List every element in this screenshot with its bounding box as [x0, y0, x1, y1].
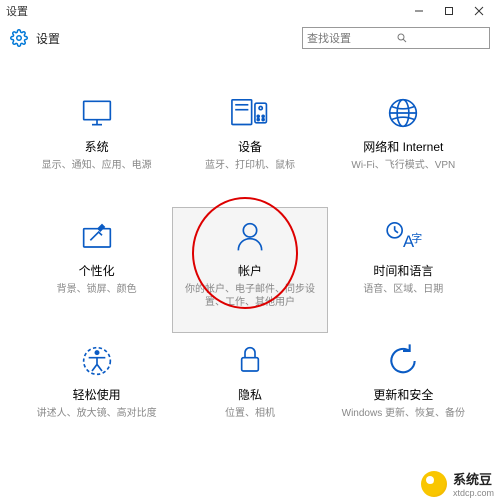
tile-subtitle: Wi-Fi、飞行模式、VPN — [347, 159, 459, 172]
tile-subtitle: 语音、区域、日期 — [359, 283, 447, 296]
svg-text:字: 字 — [412, 231, 423, 245]
tile-title: 帐户 — [238, 262, 262, 279]
tile-title: 时间和语言 — [373, 262, 433, 279]
system-icon — [77, 92, 117, 134]
tile-subtitle: 显示、通知、应用、电源 — [38, 159, 156, 172]
tile-update-security[interactable]: 更新和安全 Windows 更新、恢复、备份 — [327, 332, 480, 456]
watermark-logo-icon — [421, 471, 447, 497]
header: 设置 查找设置 — [0, 22, 500, 54]
page-title: 设置 — [36, 30, 60, 47]
time-language-icon: A 字 — [381, 216, 425, 258]
ease-of-access-icon — [77, 340, 117, 382]
tile-title: 网络和 Internet — [363, 138, 443, 155]
tile-privacy[interactable]: 隐私 位置、相机 — [173, 332, 326, 456]
tile-subtitle: 位置、相机 — [221, 407, 279, 420]
tile-personalization[interactable]: 个性化 背景、锁屏、颜色 — [20, 208, 173, 332]
tile-title: 隐私 — [238, 386, 262, 403]
privacy-icon — [230, 340, 270, 382]
search-placeholder: 查找设置 — [307, 30, 396, 46]
titlebar: 设置 — [0, 0, 500, 22]
maximize-button[interactable] — [434, 0, 464, 22]
devices-icon — [227, 92, 273, 134]
tile-title: 更新和安全 — [373, 386, 433, 403]
tile-title: 系统 — [85, 138, 109, 155]
tile-title: 设备 — [238, 138, 262, 155]
update-security-icon — [383, 340, 423, 382]
watermark: 系统豆 xtdcp.com — [415, 465, 500, 502]
personalization-icon — [77, 216, 117, 258]
tile-subtitle: 背景、锁屏、颜色 — [53, 283, 141, 296]
tile-network[interactable]: 网络和 Internet Wi-Fi、飞行模式、VPN — [327, 84, 480, 208]
minimize-button[interactable] — [404, 0, 434, 22]
tile-system[interactable]: 系统 显示、通知、应用、电源 — [20, 84, 173, 208]
tile-devices[interactable]: 设备 蓝牙、打印机、鼠标 — [173, 84, 326, 208]
tile-title: 个性化 — [79, 262, 115, 279]
tile-subtitle: 讲述人、放大镜、高对比度 — [33, 407, 161, 420]
network-icon — [383, 92, 423, 134]
tile-subtitle: 你的帐户、电子邮件、同步设置、工作、其他用户 — [179, 283, 320, 309]
window-title: 设置 — [6, 3, 28, 19]
search-icon — [396, 32, 485, 44]
tile-time-language[interactable]: A 字 时间和语言 语音、区域、日期 — [327, 208, 480, 332]
close-button[interactable] — [464, 0, 494, 22]
settings-grid: 系统 显示、通知、应用、电源 设备 蓝牙、打印机、鼠标 — [0, 54, 500, 466]
tile-ease-of-access[interactable]: 轻松使用 讲述人、放大镜、高对比度 — [20, 332, 173, 456]
search-input[interactable]: 查找设置 — [302, 27, 490, 49]
gear-icon — [10, 29, 28, 47]
tile-subtitle: Windows 更新、恢复、备份 — [338, 407, 469, 420]
watermark-text: 系统豆 — [453, 469, 494, 488]
tile-accounts[interactable]: 帐户 你的帐户、电子邮件、同步设置、工作、其他用户 — [173, 208, 326, 332]
tile-subtitle: 蓝牙、打印机、鼠标 — [201, 159, 299, 172]
accounts-icon — [230, 216, 270, 258]
watermark-url: xtdcp.com — [453, 488, 494, 498]
tile-title: 轻松使用 — [73, 386, 121, 403]
